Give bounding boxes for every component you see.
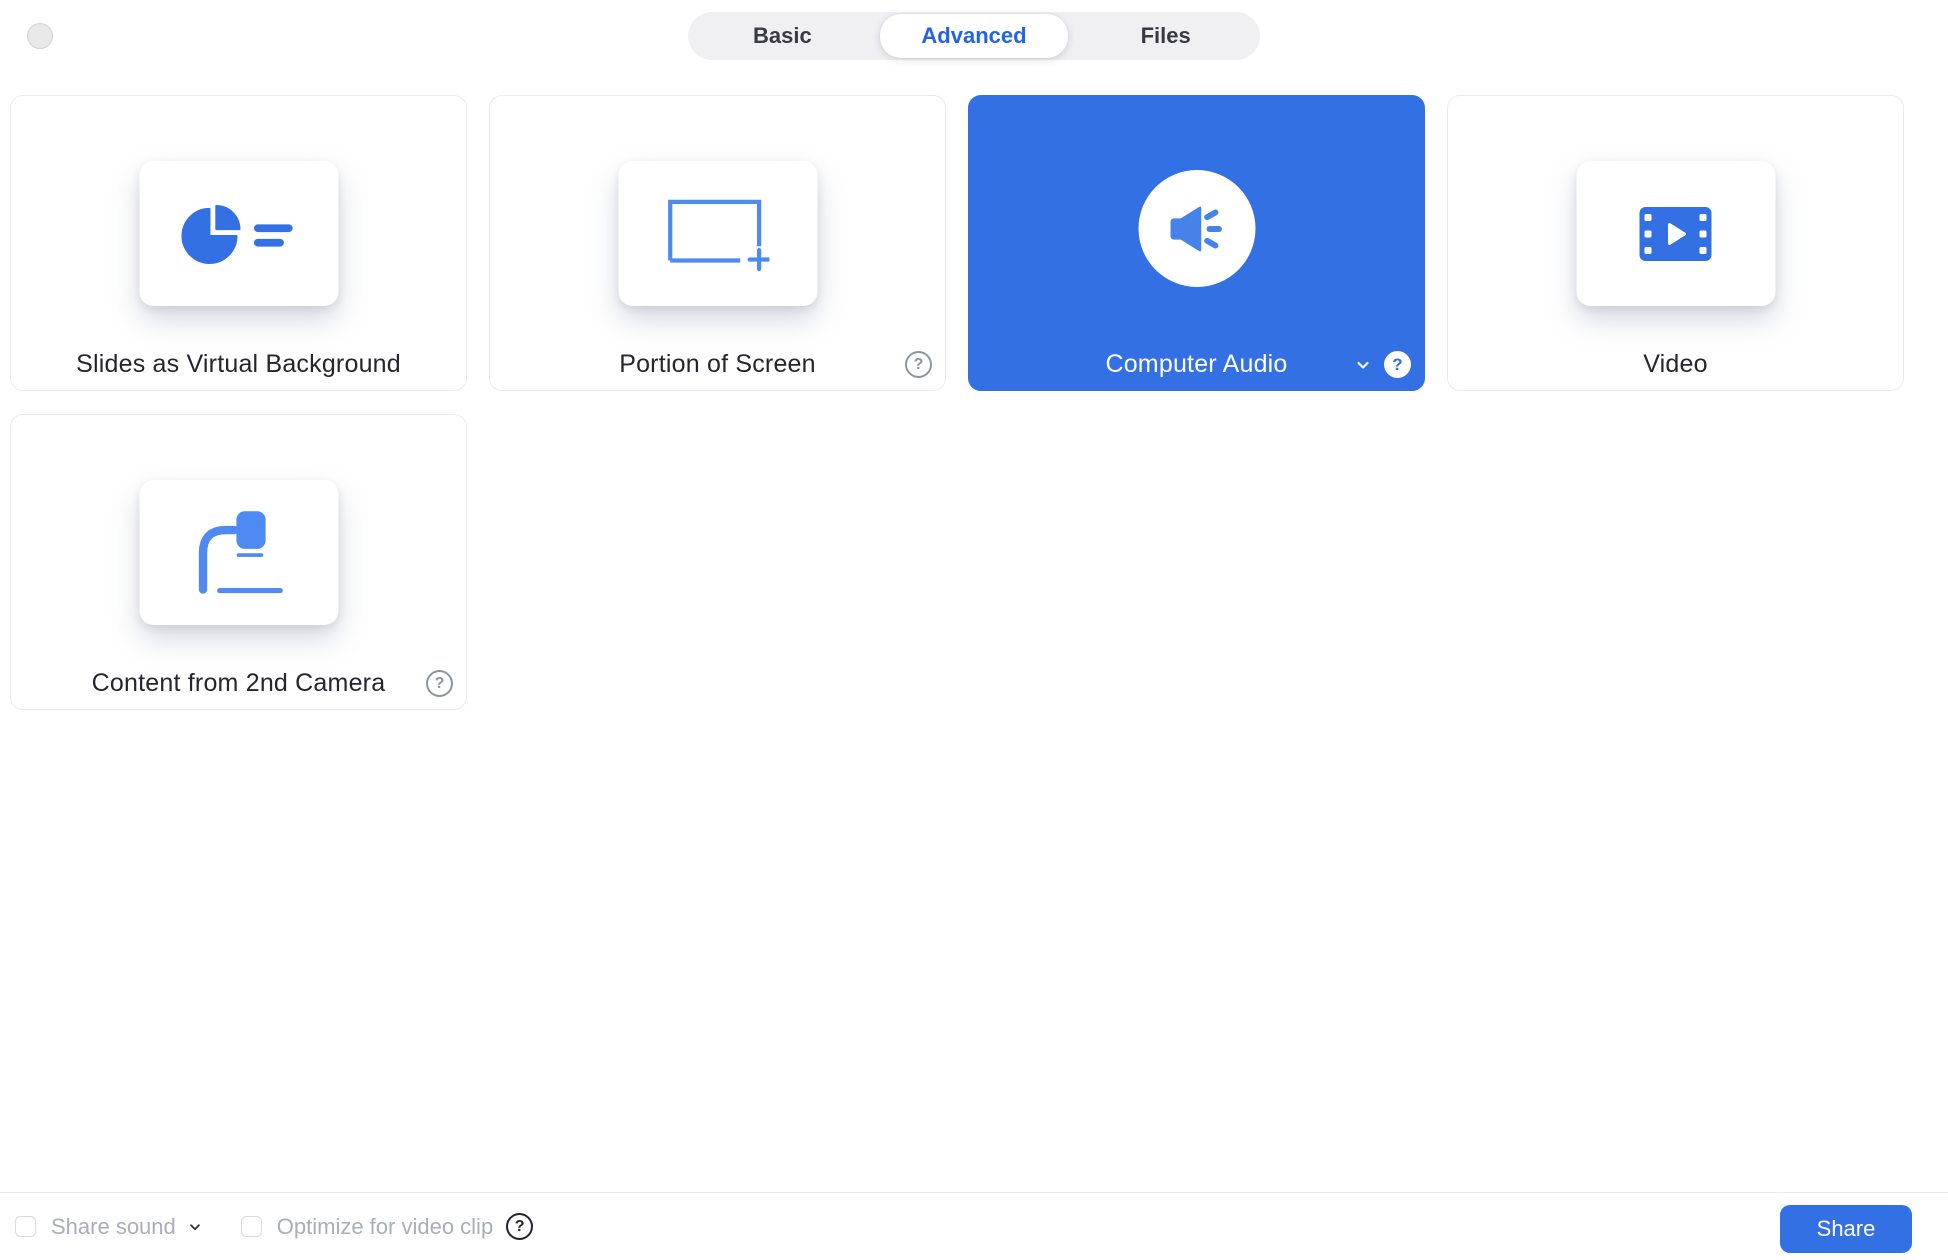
card-label: Content from 2nd Camera (91, 668, 386, 697)
icon-tile (618, 161, 817, 306)
optimize-help-icon[interactable]: ? (506, 1213, 534, 1240)
share-options-grid: Slides as Virtual Background Portion of … (10, 95, 1906, 710)
share-sound-label[interactable]: Share sound (51, 1214, 176, 1240)
document-camera-icon (198, 510, 283, 594)
help-icon[interactable]: ? (905, 351, 932, 378)
share-sound-checkbox[interactable] (15, 1216, 36, 1237)
icon-tile (139, 480, 338, 625)
share-button[interactable]: Share (1780, 1205, 1912, 1253)
tab-basic[interactable]: Basic (688, 14, 877, 58)
icon-tile (1576, 161, 1775, 306)
card-label: Video (1643, 349, 1708, 378)
card-slides-as-virtual-background[interactable]: Slides as Virtual Background (10, 95, 467, 391)
card-portion-of-screen[interactable]: Portion of Screen ? (489, 95, 946, 391)
screen-region-add-icon (668, 199, 770, 271)
tab-files[interactable]: Files (1071, 14, 1260, 58)
card-label: Portion of Screen (619, 349, 816, 378)
icon-tile (139, 161, 338, 306)
speaker-sound-icon (1170, 206, 1222, 251)
optimize-video-clip-label[interactable]: Optimize for video clip (277, 1214, 493, 1240)
chevron-down-icon[interactable] (1354, 356, 1372, 374)
share-sound-chevron-icon[interactable] (187, 1219, 203, 1235)
share-mode-tab-bar: Basic Advanced Files (688, 12, 1260, 60)
card-computer-audio[interactable]: Computer Audio ? (968, 95, 1425, 391)
card-video[interactable]: Video (1447, 95, 1904, 391)
audio-icon-circle (1138, 170, 1255, 287)
tab-advanced[interactable]: Advanced (879, 14, 1069, 58)
help-icon[interactable]: ? (426, 670, 453, 697)
pie-chart-slides-icon (181, 204, 293, 264)
card-label: Slides as Virtual Background (76, 349, 401, 378)
film-strip-icon (1639, 206, 1712, 261)
window-control-circle[interactable] (27, 23, 53, 49)
card-content-from-2nd-camera[interactable]: Content from 2nd Camera ? (10, 414, 467, 710)
help-icon[interactable]: ? (1384, 351, 1411, 378)
optimize-video-clip-checkbox[interactable] (240, 1216, 262, 1237)
footer-bar: Share sound Optimize for video clip ? Sh… (0, 1192, 1948, 1260)
